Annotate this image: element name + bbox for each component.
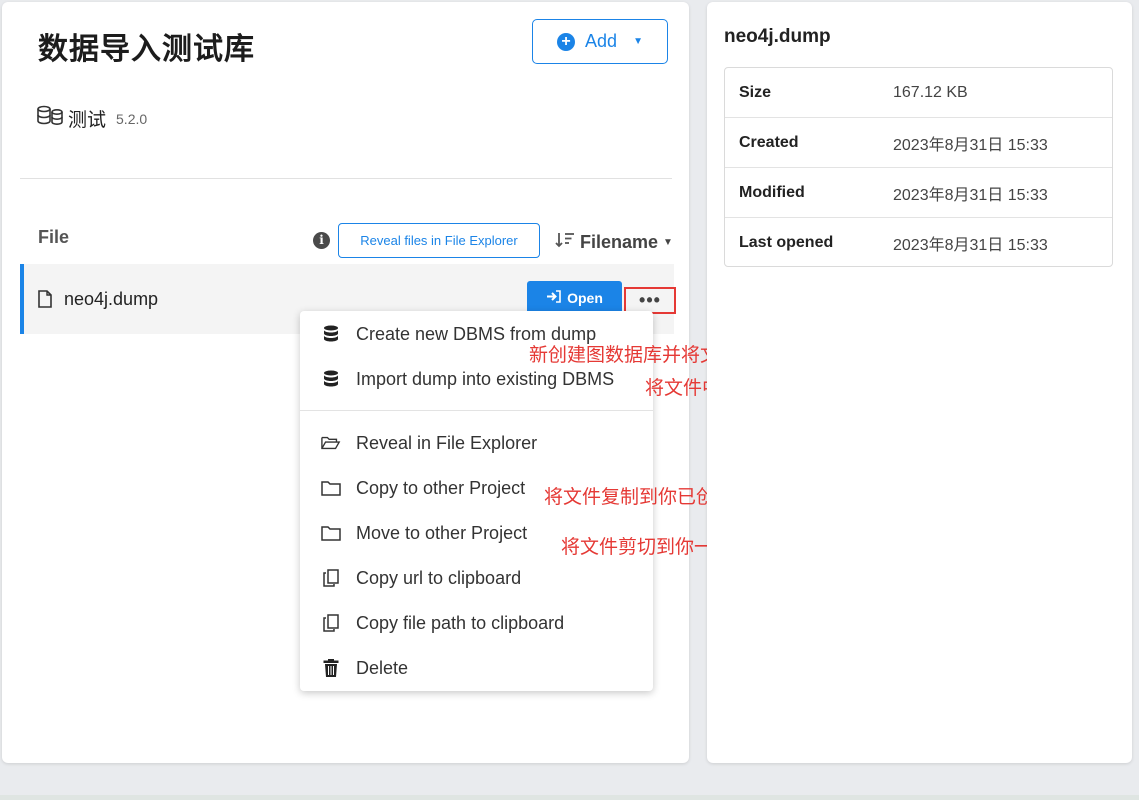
menu-item-label: Copy url to clipboard (356, 567, 522, 588)
details-label: Modified (739, 183, 805, 201)
more-options-button[interactable]: ••• (624, 287, 676, 314)
caret-down-icon: ▼ (633, 36, 643, 47)
menu-item-label: Reveal in File Explorer (356, 432, 538, 453)
details-label: Last opened (739, 234, 834, 251)
database-stack-icon (36, 104, 64, 133)
add-button-label: Add (585, 31, 618, 51)
reveal-files-button[interactable]: Reveal files in File Explorer (338, 223, 540, 258)
open-icon (546, 290, 561, 306)
folder-icon (321, 478, 341, 498)
details-row-created: Created 2023年8月31日 15:33 (725, 118, 1112, 168)
details-value: 2023年8月31日 15:33 (893, 136, 1048, 154)
file-details-panel: neo4j.dump Size 167.12 KB Created 2023年8… (707, 2, 1132, 763)
details-row-size: Size 167.12 KB (725, 68, 1112, 118)
database-name: 测试 (68, 109, 107, 131)
menu-item-delete[interactable]: Delete (300, 648, 653, 688)
details-label: Size (739, 83, 772, 101)
menu-item-label: Copy file path to clipboard (356, 612, 565, 633)
sort-label: Filename (580, 232, 659, 252)
menu-item-label: Delete (356, 657, 409, 678)
menu-item-copy-url[interactable]: Copy url to clipboard (300, 558, 653, 598)
details-value: 2023年8月31日 15:33 (893, 186, 1048, 204)
add-button[interactable]: + Add ▼ (532, 19, 668, 64)
details-row-modified: Modified 2023年8月31日 15:33 (725, 168, 1112, 218)
file-section-header: File (38, 227, 70, 247)
menu-separator (300, 410, 653, 411)
details-value: 2023年8月31日 15:33 (893, 237, 1048, 254)
menu-item-copy-path[interactable]: Copy file path to clipboard (300, 603, 653, 643)
details-label: Created (739, 133, 799, 151)
menu-item-label: Move to other Project (356, 522, 528, 543)
trash-icon (321, 658, 341, 678)
details-title: neo4j.dump (724, 26, 831, 47)
sort-filename-control[interactable]: Filename ▼ (555, 231, 673, 254)
menu-item-reveal-explorer[interactable]: Reveal in File Explorer (300, 423, 653, 463)
folder-open-icon (321, 433, 341, 453)
sort-icon (555, 231, 575, 254)
copy-icon (321, 568, 341, 588)
database-icon (321, 369, 341, 389)
section-divider (20, 178, 672, 179)
menu-item-label: Import dump into existing DBMS (356, 368, 615, 389)
file-name: neo4j.dump (64, 289, 159, 309)
details-row-last-opened: Last opened 2023年8月31日 15:33 (725, 218, 1112, 268)
database-icon (321, 324, 341, 344)
project-title: 数据导入测试库 (38, 32, 255, 67)
details-table: Size 167.12 KB Created 2023年8月31日 15:33 … (724, 67, 1113, 267)
details-value: 167.12 KB (893, 83, 968, 101)
open-button-label: Open (567, 290, 603, 306)
database-version: 5.2.0 (116, 110, 148, 127)
menu-item-label: Copy to other Project (356, 477, 526, 498)
folder-icon (321, 523, 341, 543)
file-icon (38, 290, 52, 313)
bottom-edge (0, 795, 1139, 800)
caret-down-icon: ▼ (663, 237, 673, 248)
database-row[interactable]: 测试 5.2.0 (36, 104, 147, 133)
plus-circle-icon: + (557, 32, 576, 51)
info-icon[interactable]: i (313, 232, 330, 249)
open-button[interactable]: Open (527, 281, 622, 315)
copy-icon (321, 613, 341, 633)
